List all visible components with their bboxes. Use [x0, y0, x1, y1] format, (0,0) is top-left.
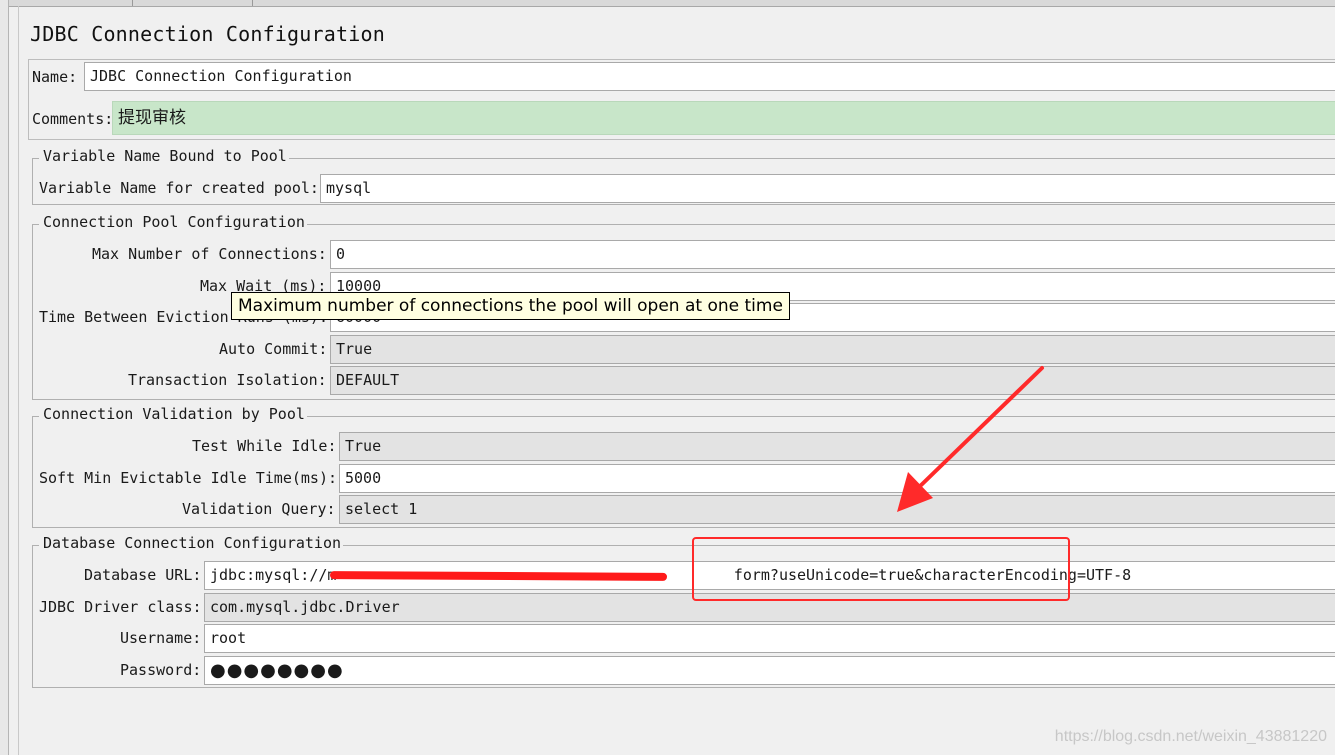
panel-border: [33, 224, 39, 225]
annotation-arrow-icon: [897, 366, 1044, 512]
pool-variable-label: Variable Name for created pool:: [39, 179, 319, 197]
username-input[interactable]: root: [204, 624, 1335, 653]
soft-min-evictable-input[interactable]: 5000: [339, 464, 1335, 493]
transaction-isolation-select[interactable]: DEFAULT: [330, 366, 1335, 395]
test-while-idle-select[interactable]: True: [339, 432, 1335, 461]
password-input[interactable]: ●●●●●●●●: [204, 656, 1335, 685]
auto-commit-label: Auto Commit:: [219, 340, 328, 358]
pool-variable-input[interactable]: mysql: [320, 174, 1335, 203]
validation-query-label: Validation Query:: [182, 500, 336, 518]
username-label: Username:: [120, 629, 202, 647]
max-connections-tooltip: Maximum number of connections the pool w…: [231, 292, 790, 320]
name-label: Name:: [32, 68, 78, 86]
transaction-isolation-label: Transaction Isolation:: [128, 371, 327, 389]
tab-strip: [0, 0, 1335, 7]
test-while-idle-label: Test While Idle:: [192, 437, 337, 455]
soft-min-evictable-label: Soft Min Evictable Idle Time(ms):: [39, 469, 338, 487]
max-connections-label: Max Number of Connections:: [92, 245, 327, 263]
tab-divider: [132, 0, 133, 6]
validation-query-select[interactable]: select 1: [339, 495, 1335, 524]
highlight-box: [692, 537, 1070, 601]
panel-border: [307, 416, 1335, 417]
panel-border: [33, 158, 39, 159]
tree-pane-edge: [0, 0, 9, 755]
watermark: https://blog.csdn.net/weixin_43881220: [1054, 728, 1327, 745]
database-url-label: Database URL:: [84, 566, 202, 584]
panel-border: [307, 224, 1335, 225]
auto-commit-select[interactable]: True: [330, 335, 1335, 364]
comments-input[interactable]: 提现审核: [112, 101, 1335, 135]
page-title: JDBC Connection Configuration: [30, 22, 385, 46]
max-connections-input[interactable]: 0: [330, 240, 1335, 269]
panel-border: [33, 545, 39, 546]
tab-divider: [252, 0, 253, 6]
driver-class-label: JDBC Driver class:: [39, 598, 202, 616]
variable-pool-legend: Variable Name Bound to Pool: [41, 147, 289, 165]
database-legend: Database Connection Configuration: [41, 534, 344, 552]
panel-border: [33, 416, 39, 417]
connection-pool-legend: Connection Pool Configuration: [41, 213, 307, 231]
comments-label: Comments:: [32, 110, 114, 128]
name-input[interactable]: JDBC Connection Configuration: [84, 62, 1335, 91]
panel-border: [289, 158, 1335, 159]
validation-legend: Connection Validation by Pool: [41, 405, 307, 423]
splitter[interactable]: [18, 6, 19, 755]
password-label: Password:: [120, 661, 202, 679]
